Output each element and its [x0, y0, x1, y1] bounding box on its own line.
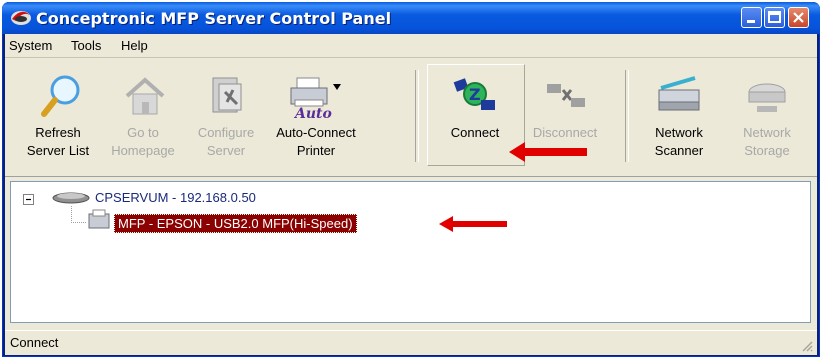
window-title: Conceptronic MFP Server Control Panel [36, 9, 392, 28]
toolbar: Refresh Server List Go to Homepage Confi [5, 58, 817, 177]
svg-text:Z: Z [469, 85, 481, 104]
connect-label: Connect [450, 125, 500, 140]
menu-bar: System Tools Help [5, 34, 817, 58]
minimize-button[interactable] [741, 7, 762, 28]
scanner-label: Network Scanner [654, 125, 704, 158]
title-bar[interactable]: Conceptronic MFP Server Control Panel [2, 2, 820, 34]
close-icon [793, 12, 804, 23]
configure-server-button[interactable]: Configure Server [185, 58, 267, 168]
configure-icon [212, 77, 242, 113]
toolbar-separator [415, 70, 419, 162]
tree-server-node[interactable]: CPSERVUM - 192.168.0.50 [95, 190, 256, 205]
magnifier-icon [41, 75, 80, 117]
refresh-server-list-button[interactable]: Refresh Server List [15, 58, 101, 168]
auto-connect-printer-icon: Auto [290, 77, 341, 120]
app-logo-icon [11, 11, 31, 25]
goto-homepage-button[interactable]: Go to Homepage [103, 58, 183, 168]
collapse-toggle-icon[interactable] [23, 194, 35, 206]
connect-button[interactable]: Z Connect [433, 58, 517, 168]
maximize-button[interactable] [764, 7, 785, 28]
menu-help[interactable]: Help [121, 38, 148, 53]
status-text: Connect [10, 335, 59, 350]
resize-grip-icon[interactable] [801, 340, 813, 352]
annotation-arrow-connect [509, 142, 587, 162]
auto-connect-printer-button[interactable]: Auto Auto-Connect Printer [267, 58, 365, 168]
network-storage-button[interactable]: Network Storage [725, 58, 809, 168]
server-tree-view: CPSERVUM - 192.168.0.50 MFP - EPSON - US… [10, 181, 811, 323]
storage-icon [748, 83, 786, 112]
server-icon [52, 192, 90, 204]
storage-label: Network Storage [743, 125, 791, 158]
menu-system[interactable]: System [9, 38, 52, 53]
refresh-label: Refresh Server List [26, 125, 90, 158]
auto-badge: Auto [293, 106, 332, 120]
disconnect-icon [547, 84, 585, 107]
app-window: Conceptronic MFP Server Control Panel Sy… [2, 2, 820, 357]
home-icon [125, 77, 165, 115]
status-bar: Connect [5, 330, 817, 355]
connect-icon: Z [453, 78, 495, 110]
window-body: System Tools Help Refresh Server List Go… [5, 34, 817, 355]
maximize-icon [768, 11, 781, 23]
close-button[interactable] [788, 7, 809, 28]
minimize-icon [747, 20, 755, 23]
goto-label: Go to Homepage [111, 125, 175, 158]
menu-tools[interactable]: Tools [71, 38, 101, 53]
scanner-icon [658, 76, 700, 111]
tree-printer-node[interactable]: MFP - EPSON - USB2.0 MFP(Hi-Speed) [114, 214, 357, 233]
autoconnect-label: Auto-Connect Printer [276, 125, 356, 158]
toolbar-separator-2 [625, 70, 629, 162]
network-scanner-button[interactable]: Network Scanner [637, 58, 721, 168]
tree-connector-lines [71, 206, 110, 229]
annotation-arrow-printer [439, 216, 507, 232]
configure-label: Configure Server [197, 125, 255, 158]
disconnect-label: Disconnect [532, 125, 598, 140]
